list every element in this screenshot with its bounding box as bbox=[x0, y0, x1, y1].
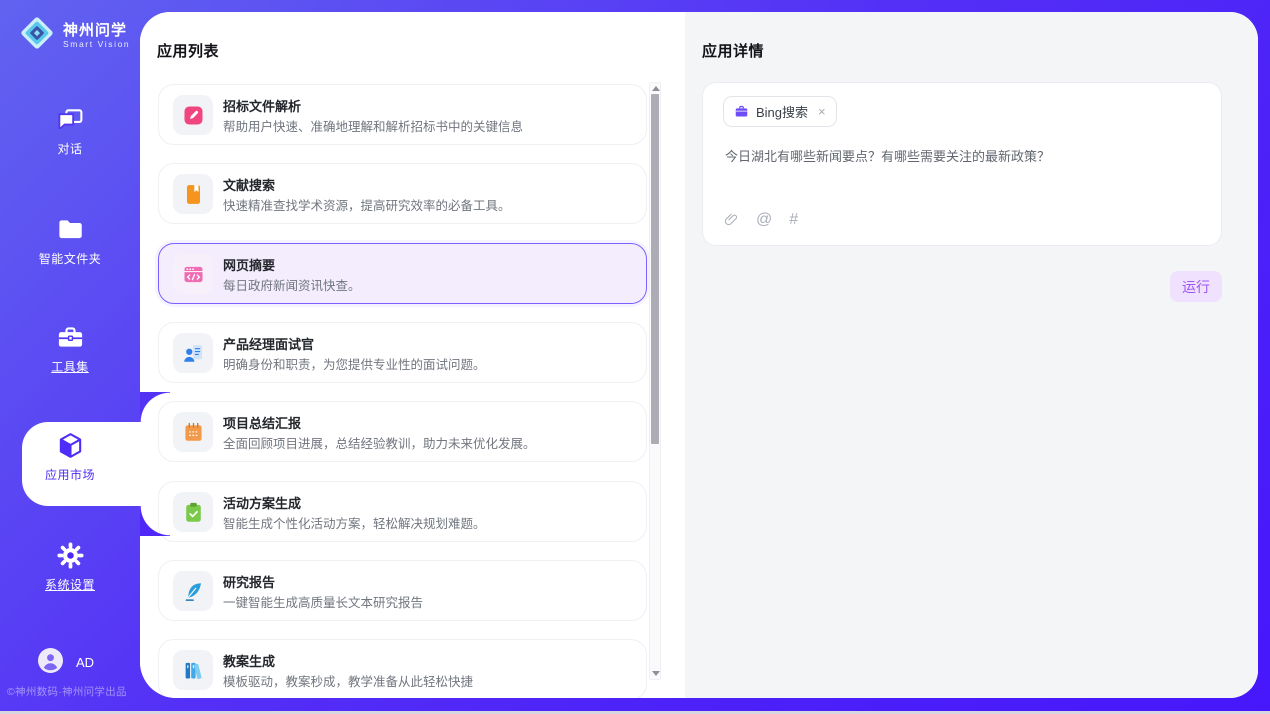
app-card-title: 教案生成 bbox=[223, 651, 275, 670]
nav-bubble-curve-bottom bbox=[140, 506, 170, 536]
sidebar-item-toolset[interactable]: 工具集 bbox=[0, 322, 140, 375]
user-label: AD bbox=[76, 655, 94, 670]
sidebar-item-system-settings[interactable]: 系统设置 bbox=[0, 540, 140, 593]
brand-name: 神州问学 bbox=[63, 22, 130, 39]
app-card-title: 产品经理面试官 bbox=[223, 334, 314, 353]
app-card-description: 快速精准查找学术资源，提高研究效率的必备工具。 bbox=[223, 195, 511, 214]
gear-icon bbox=[55, 540, 85, 570]
query-text[interactable]: 今日湖北有哪些新闻要点？有哪些需要关注的最新政策？ bbox=[725, 147, 1197, 166]
pen-square-icon bbox=[173, 95, 213, 135]
app-card-list: 招标文件解析帮助用户快速、准确地理解和解析招标书中的关键信息文献搜索快速精准查找… bbox=[158, 12, 647, 698]
sidebar-item-label: 工具集 bbox=[51, 358, 89, 375]
app-card-8[interactable]: 教案生成模板驱动，教案秒成，教学准备从此轻松快捷 bbox=[158, 639, 647, 698]
hash-icon[interactable]: # bbox=[789, 212, 798, 228]
tool-chip-label: Bing搜索 bbox=[756, 102, 808, 121]
sidebar-item-label: 对话 bbox=[57, 140, 82, 157]
app-card-title: 网页摘要 bbox=[223, 255, 275, 274]
chip-close-icon[interactable]: × bbox=[818, 105, 826, 118]
chat-icon bbox=[55, 104, 85, 134]
app-card-description: 明确身份和职责，为您提供专业性的面试问题。 bbox=[223, 354, 486, 373]
folder-icon bbox=[55, 214, 85, 244]
app-card-description: 每日政府新闻资讯快查。 bbox=[223, 275, 361, 294]
app-detail-title: 应用详情 bbox=[702, 40, 764, 61]
app-list-panel: 应用列表 招标文件解析帮助用户快速、准确地理解和解析招标书中的关键信息文献搜索快… bbox=[140, 12, 685, 698]
sidebar-item-label: 应用市场 bbox=[45, 466, 95, 483]
sidebar-item-smart-folder[interactable]: 智能文件夹 bbox=[0, 214, 140, 267]
app-card-description: 模板驱动，教案秒成，教学准备从此轻松快捷 bbox=[223, 671, 473, 690]
app-card-title: 招标文件解析 bbox=[223, 96, 301, 115]
app-card-2[interactable]: 文献搜索快速精准查找学术资源，提高研究效率的必备工具。 bbox=[158, 163, 647, 224]
sidebar: 神州问学 Smart Vision 对话智能文件夹工具集应用市场系统设置 AD … bbox=[0, 0, 140, 714]
brand-logo: 神州问学 Smart Vision bbox=[18, 14, 130, 57]
app-window: { "brand": { "name": "神州问学", "subtitle":… bbox=[0, 0, 1270, 714]
clipboard-check-icon bbox=[173, 492, 213, 532]
brand-diamond-icon bbox=[18, 14, 56, 57]
app-card-title: 研究报告 bbox=[223, 572, 275, 591]
app-card-title: 文献搜索 bbox=[223, 175, 275, 194]
toolbox-icon bbox=[55, 322, 85, 352]
sidebar-item-label: 智能文件夹 bbox=[39, 250, 102, 267]
user-account[interactable]: AD bbox=[38, 648, 94, 676]
cube-icon bbox=[55, 430, 85, 460]
app-card-description: 智能生成个性化活动方案，轻松解决规划难题。 bbox=[223, 513, 486, 532]
nav-bubble-curve-top bbox=[140, 392, 170, 422]
app-card-5[interactable]: 项目总结汇报全面回顾项目进展，总结经验教训，助力未来优化发展。 bbox=[158, 401, 647, 462]
browser-icon bbox=[173, 254, 213, 294]
app-card-title: 活动方案生成 bbox=[223, 493, 301, 512]
app-list-scrollbar[interactable] bbox=[649, 82, 661, 680]
avatar bbox=[38, 648, 63, 676]
note-icon bbox=[173, 412, 213, 452]
tool-chip-bing-search[interactable]: Bing搜索 × bbox=[723, 96, 837, 127]
quill-icon bbox=[173, 571, 213, 611]
main-content: 应用列表 招标文件解析帮助用户快速、准确地理解和解析招标书中的关键信息文献搜索快… bbox=[140, 12, 1258, 698]
copyright-text: ©神州数码·神州问学出品 bbox=[7, 684, 141, 699]
app-detail-panel: 应用详情 Bing搜索 × 今日湖北有哪些新闻要点？有哪些需要关注的最新政策？ bbox=[685, 12, 1258, 698]
sidebar-item-label: 系统设置 bbox=[45, 576, 95, 593]
app-card-description: 全面回顾项目进展，总结经验教训，助力未来优化发展。 bbox=[223, 433, 536, 452]
interviewer-icon bbox=[173, 333, 213, 373]
scrollbar-thumb[interactable] bbox=[651, 94, 659, 444]
app-card-4[interactable]: 产品经理面试官明确身份和职责，为您提供专业性的面试问题。 bbox=[158, 322, 647, 383]
at-sign-icon[interactable]: @ bbox=[756, 212, 772, 228]
app-card-7[interactable]: 研究报告一键智能生成高质量长文本研究报告 bbox=[158, 560, 647, 621]
sidebar-item-chat[interactable]: 对话 bbox=[0, 104, 140, 157]
composer-toolbar: @ # bbox=[723, 212, 798, 228]
paperclip-icon[interactable] bbox=[723, 212, 739, 228]
brand-subtitle: Smart Vision bbox=[63, 39, 130, 49]
scroll-up-arrow-icon[interactable] bbox=[652, 86, 660, 91]
books-icon bbox=[173, 650, 213, 690]
app-detail-card: Bing搜索 × 今日湖北有哪些新闻要点？有哪些需要关注的最新政策？ @ # bbox=[702, 82, 1222, 246]
sidebar-item-app-market[interactable]: 应用市场 bbox=[0, 430, 140, 483]
run-button[interactable]: 运行 bbox=[1170, 271, 1222, 302]
briefcase-icon bbox=[734, 104, 749, 119]
app-card-description: 帮助用户快速、准确地理解和解析招标书中的关键信息 bbox=[223, 116, 523, 135]
scroll-down-arrow-icon[interactable] bbox=[652, 671, 660, 676]
book-icon bbox=[173, 174, 213, 214]
app-card-description: 一键智能生成高质量长文本研究报告 bbox=[223, 592, 423, 611]
app-card-title: 项目总结汇报 bbox=[223, 413, 301, 432]
app-card-1[interactable]: 招标文件解析帮助用户快速、准确地理解和解析招标书中的关键信息 bbox=[158, 84, 647, 145]
app-card-3[interactable]: 网页摘要每日政府新闻资讯快查。 bbox=[158, 243, 647, 304]
app-card-6[interactable]: 活动方案生成智能生成个性化活动方案，轻松解决规划难题。 bbox=[158, 481, 647, 542]
